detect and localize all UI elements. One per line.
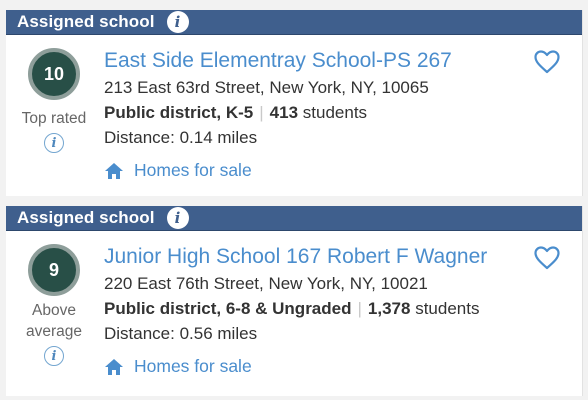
students-label: students — [415, 299, 480, 318]
header-title: Assigned school — [17, 208, 155, 227]
school-type: Public district, K-5 — [104, 103, 254, 122]
school-type: Public district, 6-8 & Ungraded — [104, 299, 352, 318]
card-header: Assigned school i — [6, 206, 582, 230]
separator: | — [259, 103, 264, 122]
school-name-link[interactable]: East Side Elementray School-PS 267 — [104, 48, 582, 74]
school-type-line: Public district, 6-8 & Ungraded | 1,378 st… — [104, 296, 582, 321]
info-icon[interactable]: i — [166, 11, 189, 33]
school-details: East Side Elementray School-PS 267 213 E… — [104, 34, 582, 181]
school-card: Assigned school i 9 Above average i Juni… — [6, 206, 583, 396]
heart-icon[interactable] — [534, 246, 560, 270]
header-title: Assigned school — [17, 12, 155, 31]
homes-for-sale-link[interactable]: Homes for sale — [104, 160, 582, 181]
rating-info-icon[interactable]: i — [44, 133, 64, 153]
home-icon — [104, 162, 124, 180]
school-address: 213 East 63rd Street, New York, NY, 1006… — [104, 78, 429, 97]
school-distance: Distance: 0.56 miles — [104, 324, 258, 343]
school-card: Assigned school i 10 Top rated i East Si… — [6, 10, 583, 196]
students-label: students — [302, 103, 368, 122]
rating-badge: 9 — [28, 244, 80, 296]
homes-for-sale-label: Homes for sale — [134, 356, 252, 376]
homes-for-sale-link[interactable]: Homes for sale — [104, 356, 582, 377]
school-address: 220 East 76th Street, New York, NY, 1002… — [104, 274, 428, 293]
rating-label: Top rated — [21, 110, 87, 127]
home-icon — [104, 358, 124, 376]
school-type-line: Public district, K-5 | 413 students — [104, 100, 582, 125]
heart-icon[interactable] — [534, 50, 560, 74]
rating-badge: 10 — [28, 48, 80, 100]
info-icon[interactable]: i — [166, 207, 189, 229]
rating-column: 9 Above average i — [6, 230, 102, 366]
school-name-link[interactable]: Junior High School 167 Robert F Wagner — [104, 244, 582, 270]
rating-label: Above average — [25, 302, 82, 340]
school-distance: Distance: 0.14 miles — [104, 128, 258, 147]
homes-for-sale-label: Homes for sale — [134, 160, 252, 180]
students-count: 1,378 — [367, 299, 411, 318]
rating-info-icon[interactable]: i — [44, 346, 64, 366]
separator: | — [357, 299, 362, 318]
students-count: 413 — [269, 103, 299, 122]
card-header: Assigned school i — [6, 10, 582, 34]
school-details: Junior High School 167 Robert F Wagner 2… — [104, 230, 582, 377]
rating-column: 10 Top rated i — [6, 34, 102, 153]
